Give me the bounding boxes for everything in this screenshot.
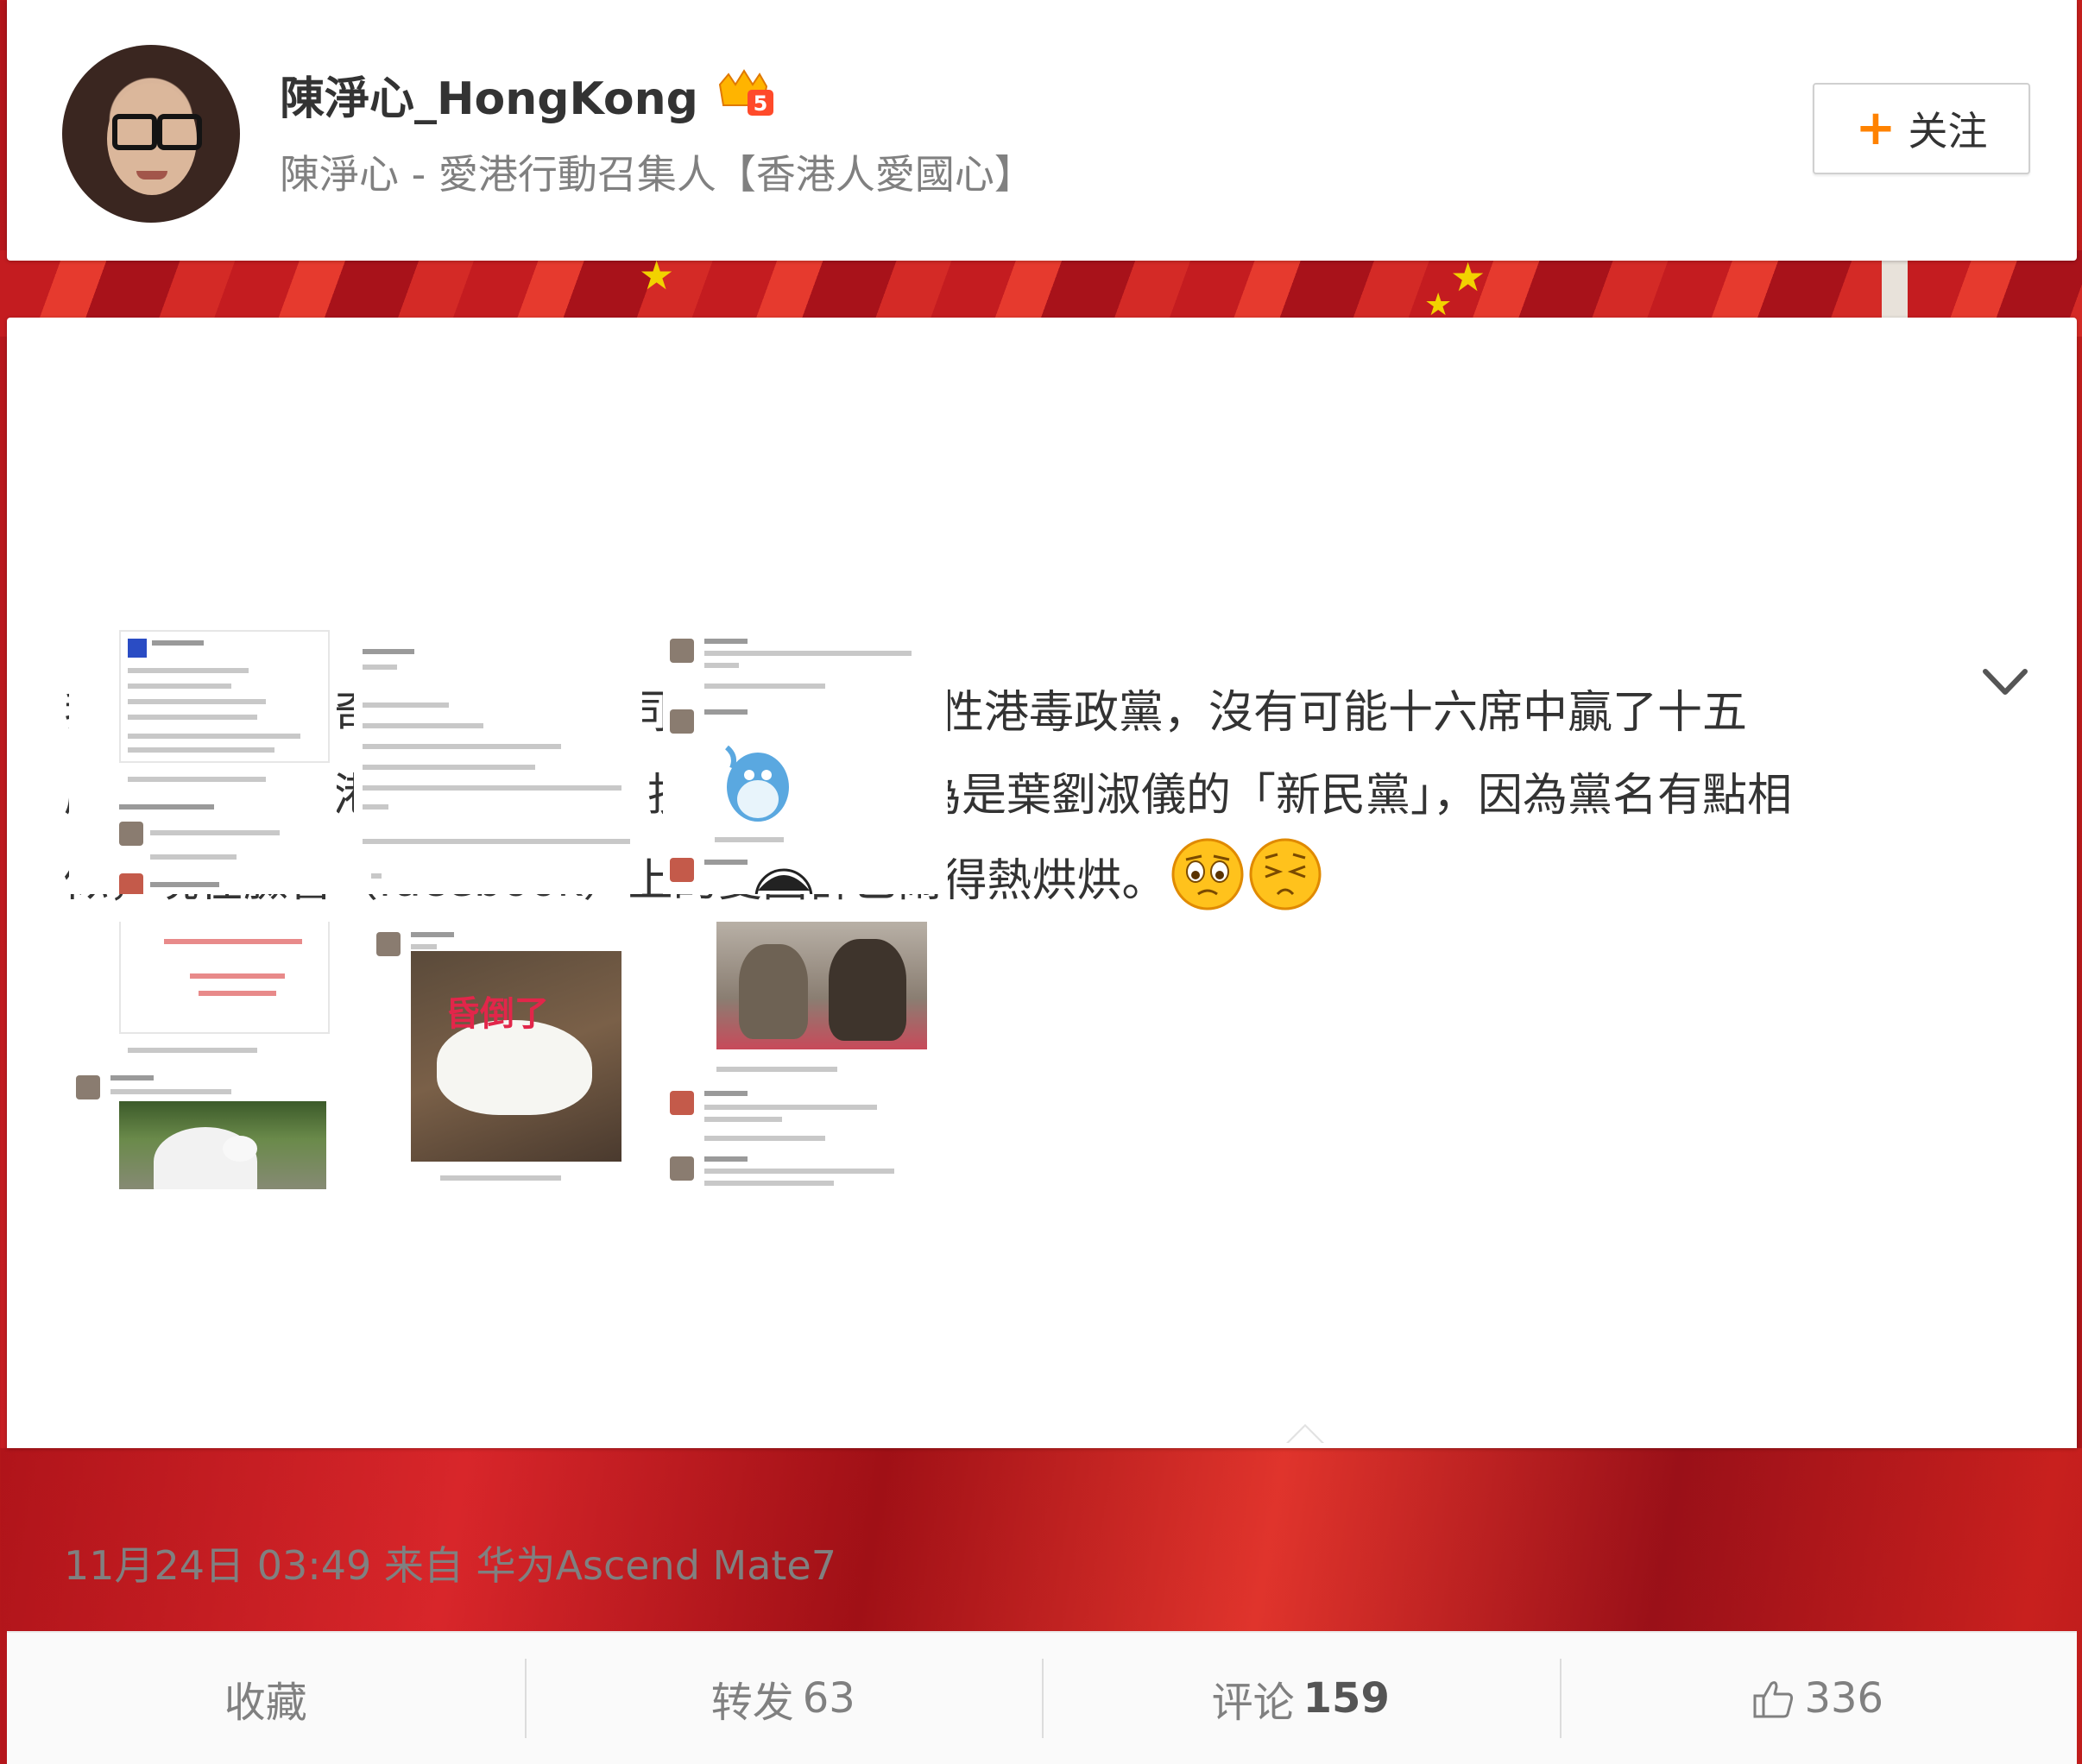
source-prefix: 来自	[383, 1542, 464, 1589]
repost-button[interactable]: 转发 63	[524, 1633, 1043, 1764]
vip-crown-icon: 5	[718, 69, 773, 116]
post-image-thumbnail[interactable]: 昏倒了	[354, 922, 642, 1189]
post-meta: 11月24日 03:49 来自 华为Ascend Mate7	[64, 1534, 836, 1591]
post-image-thumbnail[interactable]	[69, 627, 337, 894]
glasses-left	[112, 114, 157, 150]
post-image-thumbnail[interactable]	[69, 922, 337, 1189]
comment-count: 159	[1303, 1674, 1390, 1723]
like-button[interactable]: 336	[1559, 1633, 2078, 1764]
post-card: 我一早已覺得奇怪，「新民主同盟」明明是隱性港毒政黨，沒有可能十六席中贏了十五 席…	[7, 318, 2077, 1764]
background-pole	[1882, 259, 1908, 319]
post-image-thumbnail[interactable]	[354, 627, 642, 894]
flag-star: ★	[639, 252, 675, 299]
comment-label: 评论	[1211, 1679, 1295, 1727]
plus-icon: +	[1855, 100, 1896, 156]
dog-photo	[119, 1101, 326, 1189]
cats-photo	[716, 922, 927, 1049]
action-bar: 收藏 转发 63 评论 159 336	[7, 1631, 2077, 1764]
cat-photo: 昏倒了	[411, 951, 621, 1162]
post-date[interactable]: 11月24日 03:49	[64, 1542, 371, 1589]
glasses-right	[157, 114, 202, 150]
repost-label: 转发	[710, 1679, 794, 1727]
avatar-mouth	[136, 171, 167, 180]
flag-star: ★	[1424, 287, 1453, 323]
follow-button[interactable]: + 关注	[1813, 83, 2030, 174]
red-stamp-text: 昏倒了	[445, 994, 549, 1034]
dolphin-sticker	[724, 745, 789, 822]
post-text-line: 席，原來很多港人都搞錯了，投錯票，誤以為是葉劉淑儀的「新民黨」，因為黨名有點相	[64, 754, 1972, 837]
cartoon-sticker	[754, 868, 813, 894]
thumbs-up-icon	[1753, 1681, 1794, 1718]
post-text-line-last: 似，現在臉書（facebook）上的愛國群已鬧得熱烘烘。	[64, 837, 1972, 923]
post-image-thumbnail[interactable]	[663, 627, 948, 894]
repost-count: 63	[802, 1674, 855, 1723]
like-count: 336	[1804, 1674, 1884, 1723]
favorite-button[interactable]: 收藏	[7, 1633, 525, 1764]
comment-button[interactable]: 评论 159	[1042, 1633, 1560, 1764]
screenshot-box	[119, 630, 330, 763]
avatar[interactable]	[62, 45, 240, 223]
favorite-label: 收藏	[224, 1679, 307, 1727]
post-image-thumbnail[interactable]	[663, 922, 948, 1189]
post-text: 我一早已覺得奇怪，「新民主同盟」明明是隱性港毒政黨，沒有可能十六席中贏了十五 席…	[64, 671, 1972, 923]
follow-label: 关注	[1908, 108, 1988, 154]
sigh-face-emoticon	[1249, 838, 1322, 910]
sad-face-emoticon	[1171, 838, 1244, 910]
page-avatar	[128, 639, 147, 658]
post-text-line: 我一早已覺得奇怪，「新民主同盟」明明是隱性港毒政黨，沒有可能十六席中贏了十五	[64, 671, 1972, 754]
comment-caret	[1286, 1424, 1324, 1444]
profile-card: 陳淨心_HongKong 5 陳淨心 - 愛港行動召集人【香港人愛國心】 + 关…	[7, 0, 2077, 261]
chevron-down-icon[interactable]	[1982, 666, 2028, 697]
flag-star: ★	[1450, 254, 1486, 300]
svg-text:5: 5	[754, 91, 768, 116]
username[interactable]: 陳淨心_HongKong	[280, 62, 698, 127]
user-description: 陳淨心 - 愛港行動召集人【香港人愛國心】	[280, 151, 1034, 198]
post-source[interactable]: 华为Ascend Mate7	[476, 1542, 836, 1589]
